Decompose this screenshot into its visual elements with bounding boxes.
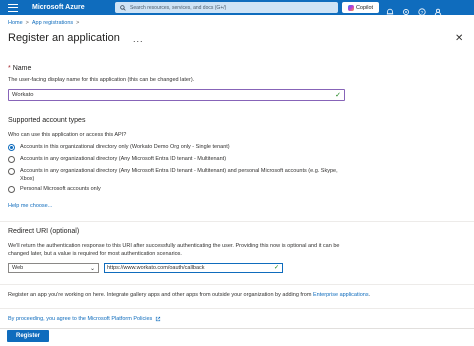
feedback-icon[interactable]: [434, 3, 442, 16]
breadcrumb: Home > App registrations >: [8, 20, 79, 26]
valid-check-icon: ✓: [335, 92, 341, 99]
valid-check-icon: ✓: [273, 265, 279, 271]
account-types-heading: Supported account types: [8, 117, 86, 124]
breadcrumb-separator: >: [76, 20, 80, 26]
name-label-text: Name: [12, 65, 32, 72]
register-button[interactable]: Register: [7, 330, 49, 342]
help-me-choose-link[interactable]: Help me choose...: [8, 203, 52, 209]
platform-select-value: Web: [12, 265, 24, 271]
radio-button-selected[interactable]: [8, 144, 15, 151]
search-icon: [120, 4, 126, 11]
account-type-option[interactable]: Accounts in any organizational directory…: [8, 168, 350, 183]
name-helper: The user-facing display name for this ap…: [8, 77, 195, 83]
section-divider: [0, 308, 474, 309]
platform-select[interactable]: Web ⌄: [8, 263, 99, 273]
copilot-label: Copilot: [355, 4, 374, 11]
more-options-button[interactable]: ...: [133, 34, 144, 44]
radio-button[interactable]: [8, 186, 15, 193]
redirect-uri-value: https://www.workato.com/oauth/callback: [107, 265, 205, 271]
policy-text: By proceeding, you agree to the Microsof…: [8, 316, 153, 322]
account-type-label: Accounts in this organizational director…: [20, 144, 230, 150]
section-divider: [0, 221, 474, 222]
name-label: * Name: [8, 65, 31, 72]
redirect-helper: We'll return the authentication response…: [8, 243, 340, 257]
account-types-question: Who can use this application or access t…: [8, 132, 127, 138]
name-input[interactable]: Workato ✓: [8, 89, 345, 101]
register-info-text: Register an app you're working on here. …: [8, 292, 312, 298]
chevron-down-icon: ⌄: [89, 266, 95, 272]
register-info: Register an app you're working on here. …: [8, 291, 370, 299]
notifications-icon[interactable]: [386, 3, 394, 15]
global-search[interactable]: Search resources, services, and docs (G+…: [115, 2, 338, 13]
brand-name[interactable]: Microsoft Azure: [32, 4, 85, 11]
breadcrumb-app-registrations[interactable]: App registrations: [32, 20, 73, 26]
external-link-icon: [156, 316, 161, 322]
redirect-heading: Redirect URI (optional): [8, 228, 80, 235]
copilot-icon: [347, 4, 354, 11]
account-type-option[interactable]: Personal Microsoft accounts only: [8, 186, 350, 194]
platform-policies-link[interactable]: By proceeding, you agree to the Microsof…: [8, 316, 161, 322]
radio-button[interactable]: [8, 168, 15, 175]
required-marker: *: [8, 65, 11, 72]
register-info-period: .: [368, 292, 371, 298]
breadcrumb-separator: >: [25, 20, 29, 26]
breadcrumb-home[interactable]: Home: [8, 20, 23, 26]
account-type-label: Accounts in any organizational directory…: [20, 156, 227, 162]
account-type-label: Personal Microsoft accounts only: [20, 186, 101, 192]
account-type-label: Accounts in any organizational directory…: [20, 168, 338, 182]
close-icon[interactable]: ✕: [455, 33, 463, 44]
settings-icon[interactable]: [402, 3, 410, 15]
enterprise-applications-link[interactable]: Enterprise applications: [313, 292, 369, 298]
radio-button[interactable]: [8, 156, 15, 163]
account-type-option[interactable]: Accounts in this organizational director…: [8, 144, 350, 152]
section-divider: [0, 284, 474, 285]
svg-text:?: ?: [421, 10, 424, 16]
copilot-button[interactable]: Copilot: [342, 2, 379, 13]
search-placeholder: Search resources, services, and docs (G+…: [130, 4, 227, 11]
page-title: Register an application: [8, 32, 120, 44]
name-input-value: Workato: [12, 92, 34, 98]
redirect-uri-input[interactable]: https://www.workato.com/oauth/callback ✓: [104, 263, 283, 273]
top-bar: Microsoft Azure Search resources, servic…: [0, 0, 474, 16]
menu-icon[interactable]: [8, 3, 18, 12]
footer-bar: [0, 328, 474, 346]
account-type-option[interactable]: Accounts in any organizational directory…: [8, 156, 350, 164]
help-icon[interactable]: ?: [418, 3, 426, 16]
